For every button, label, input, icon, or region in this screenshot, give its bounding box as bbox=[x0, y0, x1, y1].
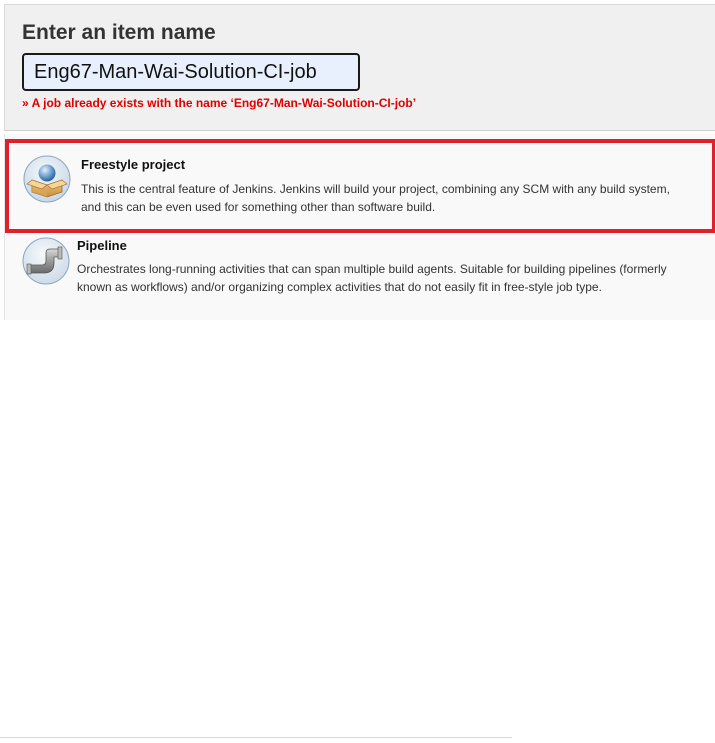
item-type-pipeline[interactable]: Pipeline Orchestrates long-running activ… bbox=[5, 233, 715, 320]
pipeline-icon bbox=[22, 237, 70, 285]
item-type-description: This is the central feature of Jenkins. … bbox=[81, 182, 670, 214]
item-type-list: Freestyle project This is the central fe… bbox=[4, 134, 715, 320]
item-name-input[interactable] bbox=[22, 53, 360, 91]
new-item-page: Enter an item name » A job already exist… bbox=[0, 0, 715, 743]
item-type-freestyle-project[interactable]: Freestyle project This is the central fe… bbox=[5, 139, 715, 233]
item-type-title: Freestyle project bbox=[81, 157, 186, 172]
page-title: Enter an item name bbox=[22, 21, 216, 44]
item-type-title: Pipeline bbox=[77, 238, 127, 253]
freestyle-project-icon bbox=[23, 155, 71, 203]
item-name-panel: Enter an item name » A job already exist… bbox=[4, 4, 715, 131]
bottom-divider bbox=[0, 737, 512, 738]
item-name-error-message: » A job already exists with the name ‘En… bbox=[22, 96, 417, 110]
item-type-description: Orchestrates long-running activities tha… bbox=[77, 262, 667, 294]
